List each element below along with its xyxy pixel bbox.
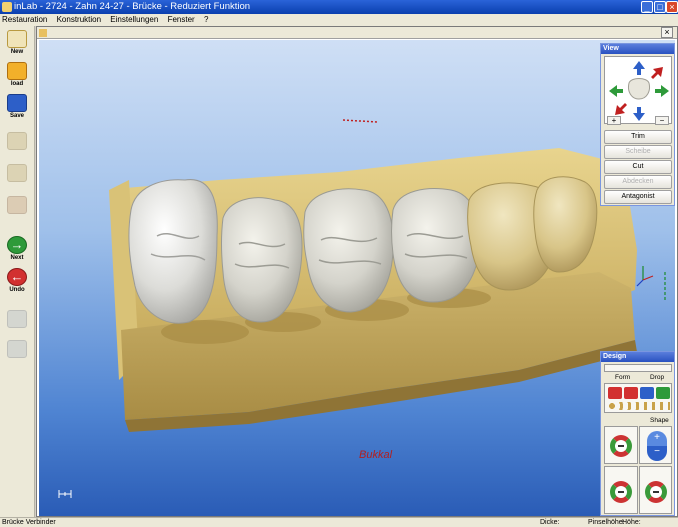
trim-button[interactable]: Trim <box>604 130 672 144</box>
menu-help[interactable]: ? <box>204 15 208 24</box>
viewport-close-button[interactable]: × <box>661 27 673 38</box>
shape-label: Shape <box>650 417 669 424</box>
floppy-disk-icon <box>7 94 27 112</box>
arrow-left-icon: ← <box>7 268 27 286</box>
design-panel: Design Form Drop Shape + − <box>600 351 675 516</box>
dental-model-render <box>58 119 666 498</box>
tooth-tool-icon <box>7 132 27 150</box>
menu-fenster[interactable]: Fenster <box>168 15 195 24</box>
tool-button-2[interactable] <box>4 164 30 191</box>
app-icon <box>2 2 12 12</box>
status-bar: Brücke Verbinder Dicke: Pinselhöhe: Höhe… <box>0 517 678 527</box>
screen-tool-icon <box>7 340 27 358</box>
status-text: Brücke Verbinder <box>2 519 56 526</box>
tooth-tool-icon <box>7 196 27 214</box>
view-panel-title: View <box>601 44 674 54</box>
next-button[interactable]: → Next <box>4 236 30 263</box>
tool-button-1[interactable] <box>4 132 30 159</box>
3d-scene[interactable]: Bukkal <box>39 40 675 516</box>
brush-size-dots[interactable] <box>608 402 670 410</box>
design-panel-title: Design <box>601 352 674 362</box>
rotate-control-3[interactable] <box>639 466 672 514</box>
save-button[interactable]: Save <box>4 94 30 121</box>
form-label: Form <box>615 374 631 381</box>
rotate-control-1[interactable] <box>604 426 638 464</box>
drop-add-icon[interactable] <box>608 387 622 399</box>
view-navigator[interactable] <box>604 56 672 124</box>
rotate-control-2[interactable] <box>604 466 638 514</box>
zoom-in-button[interactable]: + <box>607 116 621 125</box>
antagonist-button[interactable]: Antagonist <box>604 190 672 204</box>
drop-label: Drop <box>650 374 665 381</box>
view-rotation-arrows <box>609 61 669 121</box>
arrow-left-icon[interactable] <box>609 85 623 97</box>
rotation-ring-icon <box>610 481 632 503</box>
title-bar: inLab - 2724 - Zahn 24-27 - Brücke - Red… <box>0 0 678 14</box>
disabled-view-button-2[interactable]: Abdecken <box>604 175 672 189</box>
view-panel: View + − Trim Scheibe Cut Abdecken Antag… <box>600 43 675 206</box>
menu-bar: Restauration Konstruktion Einstellungen … <box>0 14 678 26</box>
minimize-button[interactable]: _ <box>641 1 653 13</box>
screen-tool-icon <box>7 310 27 328</box>
design-mode-bar[interactable] <box>604 364 672 372</box>
window-title: inLab - 2724 - Zahn 24-27 - Brücke - Red… <box>14 1 251 12</box>
app-window: inLab - 2724 - Zahn 24-27 - Brücke - Red… <box>0 0 678 527</box>
pinsel-label: Pinselhöhe: <box>588 519 625 526</box>
maximize-button[interactable]: □ <box>654 1 666 13</box>
viewport-icon <box>39 29 47 37</box>
shape-plus-minus-icon: + − <box>647 431 667 461</box>
menu-konstruktion[interactable]: Konstruktion <box>57 15 101 24</box>
menu-einstellungen[interactable]: Einstellungen <box>110 15 158 24</box>
hoehe-label: Höhe: <box>622 519 641 526</box>
drop-remove-icon[interactable] <box>624 387 638 399</box>
dicke-label: Dicke: <box>540 519 560 526</box>
left-toolbar: New load Save → Next ← Undo <box>0 26 35 517</box>
disabled-view-button-1[interactable]: Scheibe <box>604 145 672 159</box>
load-button[interactable]: load <box>4 62 30 89</box>
tooth-preview-icon <box>628 78 650 100</box>
arrow-right-icon: → <box>7 236 27 254</box>
viewport-header: × <box>37 27 677 39</box>
zoom-out-button[interactable]: − <box>655 116 669 125</box>
arrow-right-icon[interactable] <box>655 85 669 97</box>
tool-button-3[interactable] <box>4 196 30 223</box>
drop-smooth-icon[interactable] <box>640 387 654 399</box>
shape-control[interactable]: + − <box>639 426 672 464</box>
arrow-down-icon[interactable] <box>633 107 645 121</box>
rotate-ccw-arrow-icon[interactable] <box>615 103 627 115</box>
hand-tool-icon[interactable] <box>656 387 670 399</box>
rotation-ring-icon <box>610 435 632 457</box>
rotation-ring-icon <box>645 481 667 503</box>
cut-button[interactable]: Cut <box>604 160 672 174</box>
arrow-up-icon[interactable] <box>633 61 645 75</box>
tool-button-4[interactable] <box>4 310 30 337</box>
new-button[interactable]: New <box>4 30 30 57</box>
rotate-cw-arrow-icon[interactable] <box>651 67 663 79</box>
form-tools <box>604 383 672 413</box>
new-icon <box>7 30 27 48</box>
menu-restauration[interactable]: Restauration <box>2 15 47 24</box>
orientation-label: Bukkal <box>359 449 393 461</box>
tool-button-5[interactable] <box>4 340 30 367</box>
close-button[interactable]: × <box>666 1 678 13</box>
3d-viewport-window: × Bukkal <box>36 26 678 517</box>
undo-button[interactable]: ← Undo <box>4 268 30 295</box>
folder-icon <box>7 62 27 80</box>
tooth-tool-icon <box>7 164 27 182</box>
